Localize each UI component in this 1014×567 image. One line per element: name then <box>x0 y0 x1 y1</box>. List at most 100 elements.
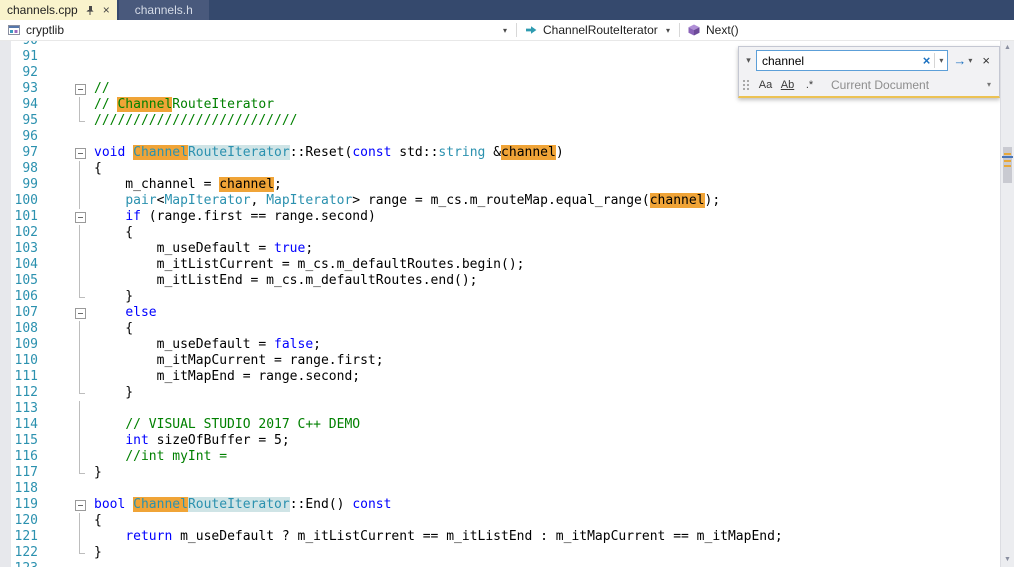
line-number: 116 <box>14 449 38 464</box>
code-line[interactable]: 105 m_itListEnd = m_cs.m_defaultRoutes.e… <box>0 273 1000 289</box>
code-line[interactable]: 117} <box>0 465 1000 481</box>
outline-margin <box>72 561 88 567</box>
scope-dropdown[interactable]: ChannelRouteIterator ▾ <box>517 20 679 40</box>
document-tabbar: channels.cpp × channels.h <box>0 0 1014 20</box>
tab-label: channels.h <box>134 3 193 17</box>
vertical-scrollbar[interactable]: ▲ ▼ <box>1000 41 1014 567</box>
code-line[interactable]: 115 int sizeOfBuffer = 5; <box>0 433 1000 449</box>
outline-margin <box>72 177 88 193</box>
code-text: m_itMapEnd = range.second; <box>94 369 361 384</box>
code-text: // VISUAL STUDIO 2017 C++ DEMO <box>125 417 361 432</box>
code-line[interactable]: 114 // VISUAL STUDIO 2017 C++ DEMO <box>0 417 1000 433</box>
expand-to-replace-icon[interactable]: ▾ <box>741 55 756 66</box>
line-number: 109 <box>14 337 38 352</box>
clear-search-icon[interactable]: × <box>919 53 935 68</box>
code-line[interactable]: 106 } <box>0 289 1000 305</box>
code-line[interactable]: 104 m_itListCurrent = m_cs.m_defaultRout… <box>0 257 1000 273</box>
close-find-icon[interactable]: × <box>977 53 995 68</box>
line-number: 98 <box>22 161 38 176</box>
code-line[interactable]: 110 m_itMapCurrent = range.first; <box>0 353 1000 369</box>
outline-margin <box>72 337 88 353</box>
code-line[interactable]: 112 } <box>0 385 1000 401</box>
code-line[interactable]: 120 { <box>0 513 1000 529</box>
search-input[interactable]: channel <box>762 54 919 68</box>
project-icon <box>7 23 21 37</box>
chevron-down-icon: ▾ <box>502 25 507 35</box>
scroll-down-icon[interactable]: ▼ <box>1001 553 1014 567</box>
code-line[interactable]: 113 <box>0 401 1000 417</box>
code-line[interactable]: 98 { <box>0 161 1000 177</box>
code-text: return m_useDefault ? m_itListCurrent ==… <box>125 529 783 544</box>
code-line[interactable]: 101 if (range.first == range.second) <box>0 209 1000 225</box>
code-text: m_itListCurrent = m_cs.m_defaultRoutes.b… <box>94 257 525 272</box>
outline-collapse-icon[interactable] <box>72 497 88 513</box>
whole-word-button[interactable]: Ab <box>777 75 798 94</box>
code-line[interactable]: 111 m_itMapEnd = range.second; <box>0 369 1000 385</box>
line-number: 108 <box>14 321 38 336</box>
code-line[interactable]: 119 bool ChannelRouteIterator::End() cons… <box>0 497 1000 513</box>
code-text: } <box>94 385 134 400</box>
outline-collapse-icon[interactable] <box>72 305 88 321</box>
tab-label: channels.cpp <box>7 3 78 17</box>
find-search-box[interactable]: channel × ▾ <box>756 50 949 71</box>
code-line[interactable]: 116 //int myInt = <box>0 449 1000 465</box>
code-text: pair<MapIterator, MapIterator> range = m… <box>125 193 721 208</box>
code-text: ////////////////////////// <box>94 113 298 128</box>
search-scope-dropdown[interactable]: Current Document ▾ <box>821 78 995 92</box>
code-line[interactable]: 108 { <box>0 321 1000 337</box>
code-line[interactable]: 109 m_useDefault = false; <box>0 337 1000 353</box>
code-text: { <box>94 513 102 528</box>
member-dropdown[interactable]: Next() <box>680 20 743 40</box>
code-line[interactable]: 96 <box>0 129 1000 145</box>
project-dropdown[interactable]: cryptlib ▾ <box>0 20 516 40</box>
outline-margin <box>72 289 88 305</box>
code-editor[interactable]: 90919293 // 94 // ChannelRouteIterator 95 ///… <box>0 41 1014 567</box>
code-line[interactable]: 94 // ChannelRouteIterator <box>0 97 1000 113</box>
drag-grip-icon[interactable] <box>741 78 752 92</box>
outline-collapse-icon[interactable] <box>72 209 88 225</box>
pin-icon[interactable] <box>85 5 96 16</box>
regex-button[interactable]: .* <box>799 75 820 94</box>
tab-channels-h[interactable]: channels.h <box>118 0 209 20</box>
code-text: m_useDefault = false; <box>94 337 321 352</box>
code-text: // ChannelRouteIterator <box>94 97 275 112</box>
match-case-button[interactable]: Aa <box>755 75 776 94</box>
code-line[interactable]: 99 m_channel = channel; <box>0 177 1000 193</box>
code-line[interactable]: 123 <box>0 561 1000 567</box>
line-number: 102 <box>14 225 38 240</box>
find-next-button[interactable]: → ▾ <box>948 53 977 68</box>
outline-collapse-icon[interactable] <box>72 81 88 97</box>
code-line[interactable]: 122} <box>0 545 1000 561</box>
method-icon <box>687 23 701 37</box>
code-text: { <box>94 161 102 176</box>
code-line[interactable]: 100 pair<MapIterator, MapIterator> range… <box>0 193 1000 209</box>
outline-collapse-icon[interactable] <box>72 145 88 161</box>
class-icon <box>524 23 538 37</box>
code-line[interactable]: 118 <box>0 481 1000 497</box>
close-icon[interactable]: × <box>103 4 110 16</box>
line-number: 119 <box>14 497 38 512</box>
line-number: 112 <box>14 385 38 400</box>
search-history-chevron-icon[interactable]: ▾ <box>935 56 947 65</box>
outline-margin <box>72 481 88 497</box>
line-number: 96 <box>22 129 38 144</box>
outline-margin <box>72 465 88 481</box>
code-line[interactable]: 121 return m_useDefault ? m_itListCurren… <box>0 529 1000 545</box>
code-line[interactable]: 103 m_useDefault = true; <box>0 241 1000 257</box>
code-text: m_useDefault = true; <box>94 241 314 256</box>
code-area[interactable]: 90919293 // 94 // ChannelRouteIterator 95 ///… <box>0 41 1000 567</box>
outline-margin <box>72 273 88 289</box>
line-number: 115 <box>14 433 38 448</box>
code-line[interactable]: 95 ////////////////////////// <box>0 113 1000 129</box>
code-text: } <box>94 289 134 304</box>
code-line[interactable]: 102 { <box>0 225 1000 241</box>
line-number: 104 <box>14 257 38 272</box>
code-text: m_itListEnd = m_cs.m_defaultRoutes.end()… <box>94 273 478 288</box>
code-line[interactable]: 107 else <box>0 305 1000 321</box>
tab-channels-cpp[interactable]: channels.cpp × <box>0 0 117 20</box>
scroll-up-icon[interactable]: ▲ <box>1001 41 1014 55</box>
code-text: m_itMapCurrent = range.first; <box>94 353 384 368</box>
code-line[interactable]: 97 void ChannelRouteIterator::Reset(const… <box>0 145 1000 161</box>
